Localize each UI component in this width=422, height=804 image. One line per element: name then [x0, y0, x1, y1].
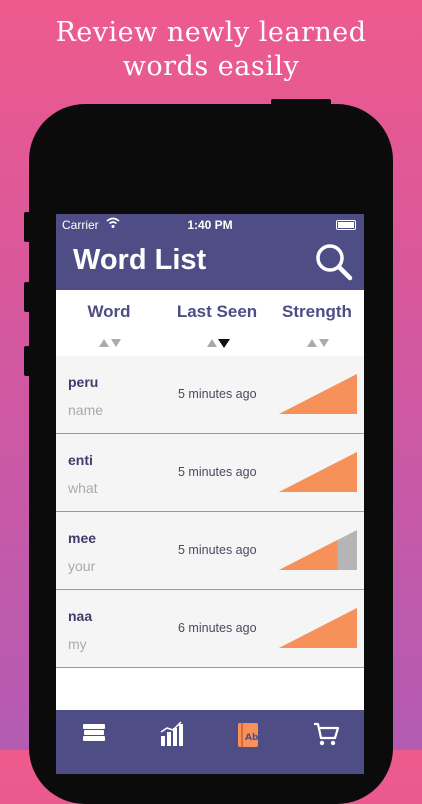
strength-meter-fill [279, 452, 357, 492]
column-headers: Word Last Seen Strength [56, 290, 364, 357]
status-time: 1:40 PM [187, 218, 233, 232]
list-item[interactable]: peru name 5 minutes ago [56, 356, 364, 434]
strength-meter [279, 608, 357, 648]
list-item[interactable]: mee your 5 minutes ago [56, 512, 364, 590]
last-seen-text: 5 minutes ago [178, 543, 257, 557]
word-text: peru [68, 374, 99, 390]
status-bar: Carrier 1:40 PM [56, 214, 364, 236]
strength-meter-fill [279, 374, 357, 414]
sort-desc-icon [207, 339, 230, 348]
tab-bar-chart-icon[interactable] [157, 720, 185, 748]
strength-meter-fill [279, 540, 338, 570]
tab-shopping-cart-icon[interactable] [312, 720, 340, 748]
column-label-last-seen: Last Seen [176, 302, 258, 321]
app-screen: Carrier 1:40 PM Word List Word Last Seen [56, 214, 364, 774]
search-icon[interactable] [314, 242, 354, 282]
sort-arrows-icon [307, 339, 329, 347]
strength-meter-fill [279, 608, 357, 648]
word-text: enti [68, 452, 93, 468]
last-seen-text: 5 minutes ago [178, 387, 257, 401]
word-meaning: your [68, 558, 96, 574]
tab-flashcard-ab-icon[interactable]: Ab [234, 720, 262, 748]
word-meaning: my [68, 636, 87, 652]
promo-headline-line1: Review newly learned [55, 17, 367, 48]
tab-bar: Ab [56, 710, 364, 774]
column-label-word: Word [87, 302, 131, 321]
strength-meter [279, 374, 357, 414]
word-meaning: what [68, 480, 98, 496]
strength-meter [279, 530, 357, 570]
last-seen-text: 5 minutes ago [178, 465, 257, 479]
sort-arrows-icon [99, 339, 121, 347]
word-text: naa [68, 608, 93, 624]
list-item[interactable]: enti what 5 minutes ago [56, 434, 364, 512]
nav-bar: Word List [56, 236, 364, 290]
svg-text:Ab: Ab [245, 733, 259, 743]
tab-books-stack-icon[interactable] [80, 720, 108, 748]
promo-headline-line2: words easily [122, 51, 300, 82]
list-item[interactable]: naa my 6 minutes ago [56, 590, 364, 668]
strength-meter [279, 452, 357, 492]
last-seen-text: 6 minutes ago [178, 621, 257, 635]
page-title: Word List [73, 244, 207, 276]
word-text: mee [68, 530, 97, 546]
battery-icon [336, 220, 356, 230]
promo-headline: Review newly learned words easily [0, 16, 422, 84]
word-list: peru name 5 minutes ago enti what 5 minutes a… [56, 356, 364, 668]
word-meaning: name [68, 402, 104, 418]
column-label-strength: Strength [282, 302, 352, 321]
